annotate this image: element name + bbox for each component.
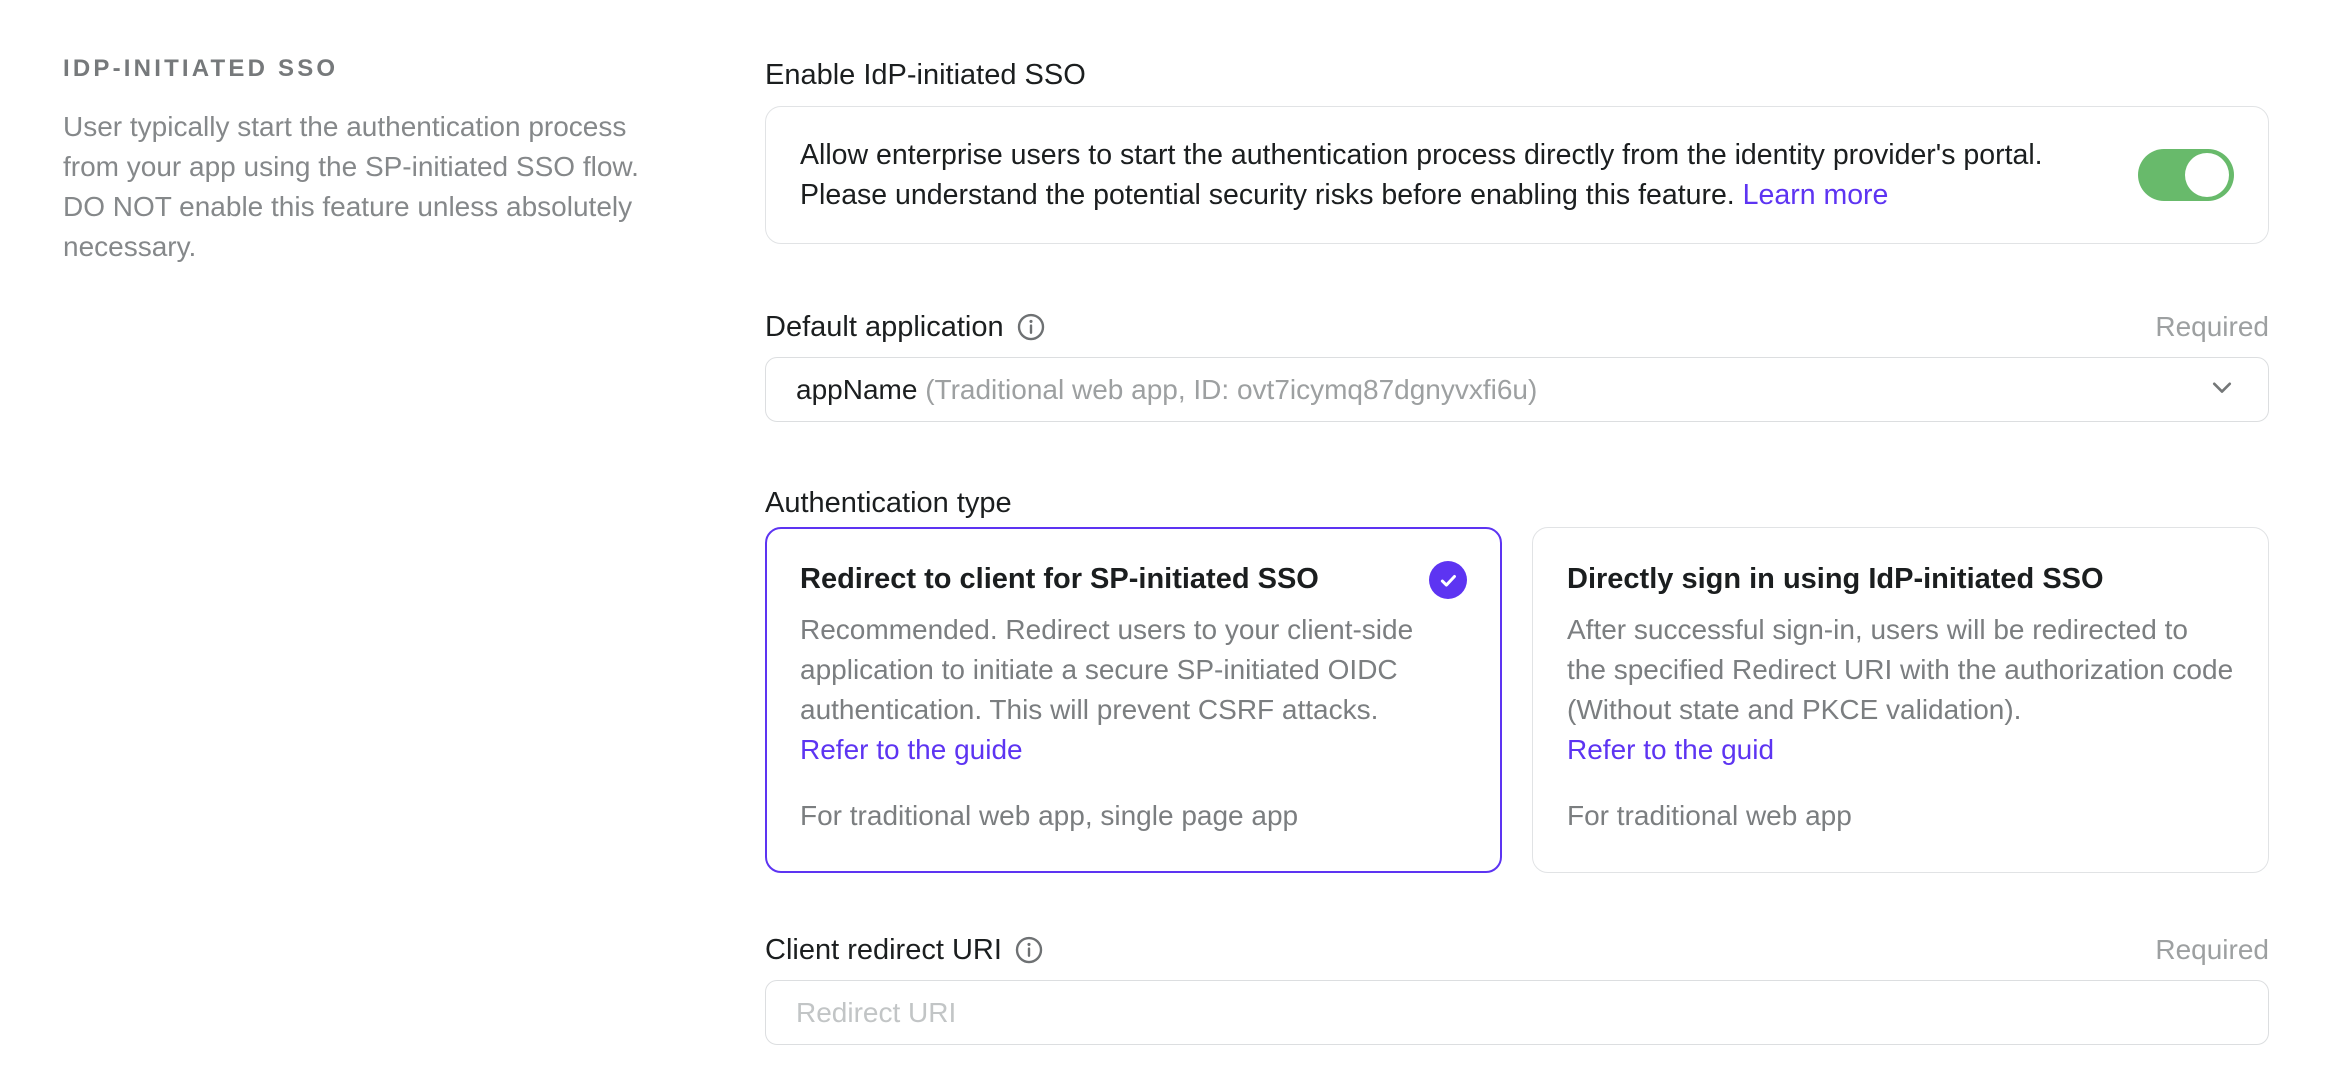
authentication-type-label-text: Authentication type bbox=[765, 483, 1012, 523]
enable-sso-label-text: Enable IdP-initiated SSO bbox=[765, 55, 1086, 95]
client-redirect-uri-label-row: Client redirect URI Required bbox=[765, 930, 2269, 970]
redirect-uri-input[interactable] bbox=[765, 980, 2269, 1045]
client-redirect-uri-label-text: Client redirect URI bbox=[765, 930, 1002, 970]
required-badge: Required bbox=[2155, 934, 2269, 966]
selected-app-name: appName bbox=[796, 374, 917, 405]
default-application-value: appName (Traditional web app, ID: ovt7ic… bbox=[796, 374, 1537, 406]
default-application-label-row: Default application Required bbox=[765, 307, 2269, 347]
enable-sso-description-line2: Please understand the potential security… bbox=[800, 179, 1735, 211]
refer-to-guide-link[interactable]: Refer to the guid bbox=[1567, 730, 2234, 770]
check-icon bbox=[1429, 561, 1467, 599]
auth-option-description: After successful sign-in, users will be … bbox=[1567, 610, 2234, 730]
default-application-label: Default application bbox=[765, 307, 1046, 347]
chevron-down-icon bbox=[2206, 371, 2238, 408]
section-heading: IDP-INITIATED SSO bbox=[63, 55, 705, 83]
info-icon[interactable] bbox=[1014, 935, 1044, 965]
toggle-knob bbox=[2185, 153, 2229, 197]
authentication-type-label: Authentication type bbox=[765, 483, 1012, 523]
authentication-type-options: Redirect to client for SP-initiated SSO … bbox=[765, 527, 2269, 873]
selected-app-detail: (Traditional web app, ID: ovt7icymq87dgn… bbox=[925, 374, 1537, 405]
auth-option-title: Redirect to client for SP-initiated SSO bbox=[800, 558, 1319, 600]
enable-sso-label: Enable IdP-initiated SSO bbox=[765, 55, 1086, 95]
enable-sso-card: Allow enterprise users to start the auth… bbox=[765, 106, 2269, 244]
settings-form: Enable IdP-initiated SSO Allow enterpris… bbox=[765, 55, 2269, 1045]
auth-option-header: Directly sign in using IdP-initiated SSO bbox=[1567, 558, 2234, 600]
learn-more-link[interactable]: Learn more bbox=[1743, 179, 1889, 211]
auth-option-footer: For traditional web app, single page app bbox=[800, 772, 1467, 836]
section-sidebar: IDP-INITIATED SSO User typically start t… bbox=[63, 55, 765, 1045]
refer-to-guide-link[interactable]: Refer to the guide bbox=[800, 730, 1467, 770]
authentication-type-label-row: Authentication type bbox=[765, 483, 2269, 523]
info-icon[interactable] bbox=[1016, 312, 1046, 342]
enable-sso-label-row: Enable IdP-initiated SSO bbox=[765, 55, 2269, 95]
auth-option-description: Recommended. Redirect users to your clie… bbox=[800, 610, 1467, 730]
client-redirect-uri-label: Client redirect URI bbox=[765, 930, 1044, 970]
auth-option-header: Redirect to client for SP-initiated SSO bbox=[800, 558, 1467, 600]
auth-option-footer: For traditional web app bbox=[1567, 772, 2234, 836]
auth-option-directly-sign-in[interactable]: Directly sign in using IdP-initiated SSO… bbox=[1532, 527, 2269, 873]
default-application-select[interactable]: appName (Traditional web app, ID: ovt7ic… bbox=[765, 357, 2269, 422]
required-badge: Required bbox=[2155, 311, 2269, 343]
enable-sso-toggle[interactable] bbox=[2138, 149, 2234, 201]
enable-sso-description-line1: Allow enterprise users to start the auth… bbox=[800, 139, 2043, 171]
default-application-label-text: Default application bbox=[765, 307, 1004, 347]
auth-option-redirect-to-client[interactable]: Redirect to client for SP-initiated SSO … bbox=[765, 527, 1502, 873]
enable-sso-description: Allow enterprise users to start the auth… bbox=[800, 135, 2094, 215]
section-description: User typically start the authentication … bbox=[63, 107, 661, 267]
idp-initiated-sso-settings-page: IDP-INITIATED SSO User typically start t… bbox=[0, 0, 2336, 1045]
auth-option-title: Directly sign in using IdP-initiated SSO bbox=[1567, 558, 2104, 600]
